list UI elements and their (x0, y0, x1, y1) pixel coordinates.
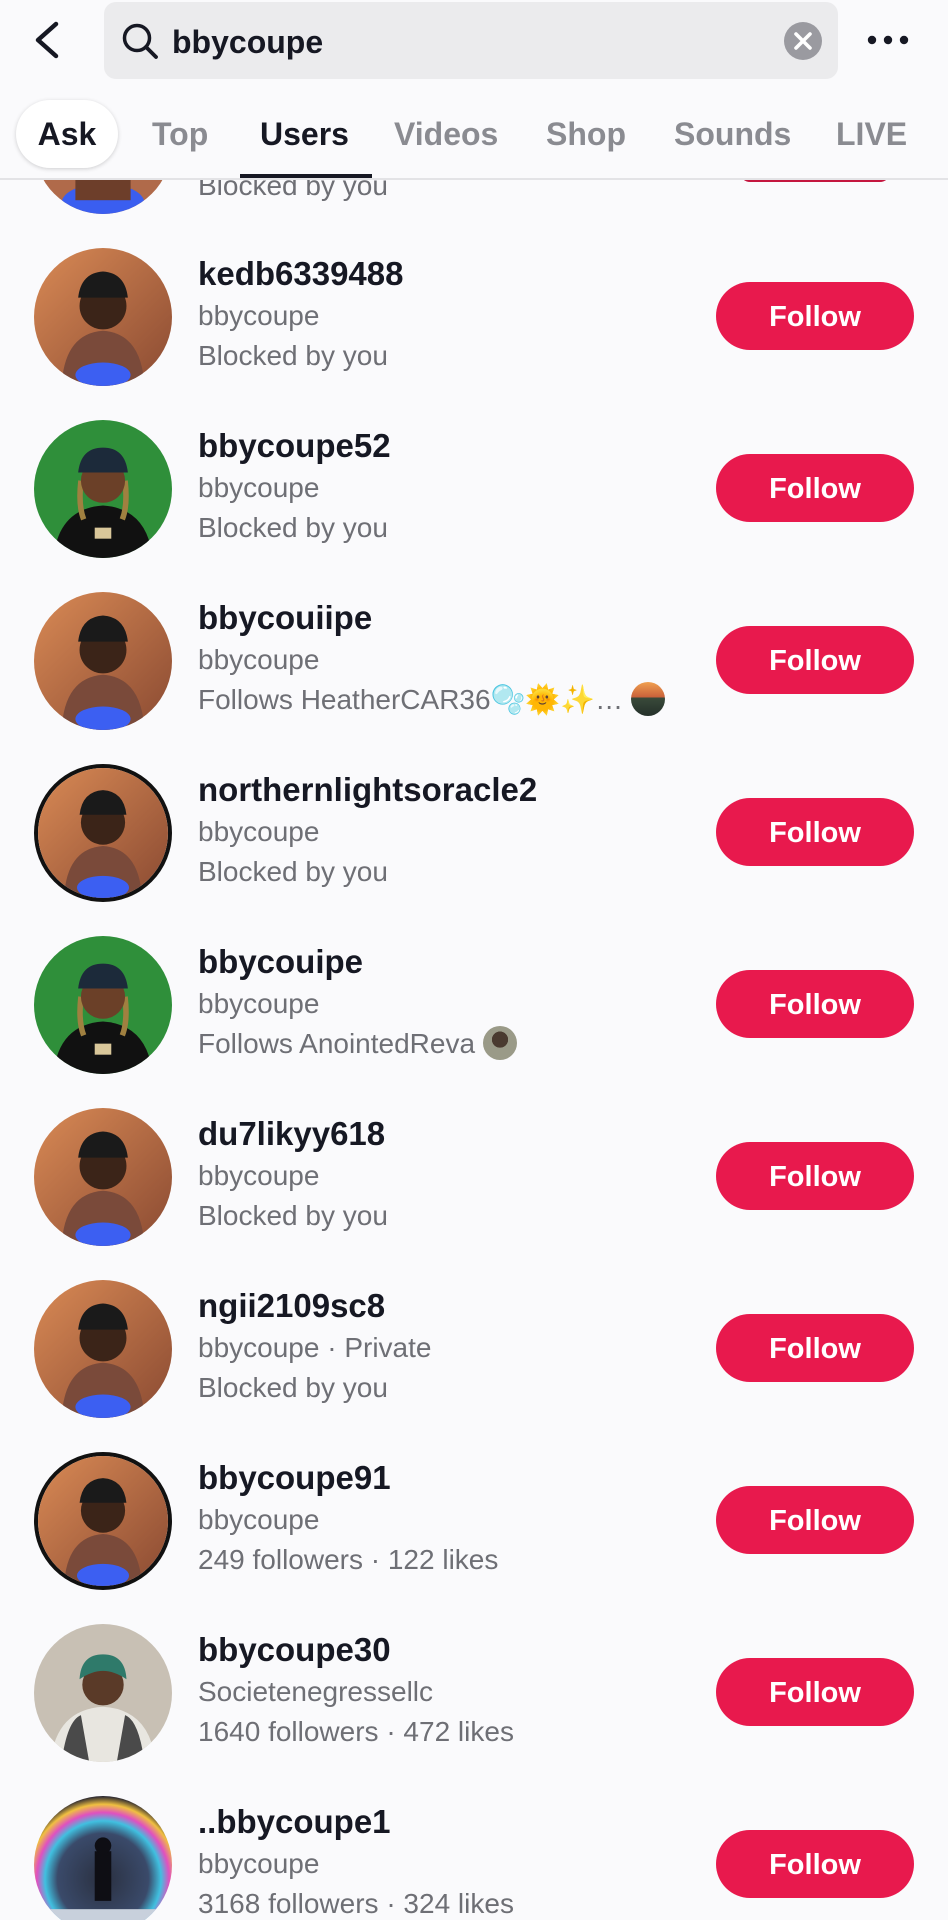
username[interactable]: bbycoupe52 (198, 426, 391, 466)
user-status: Blocked by you (198, 856, 388, 887)
user-nickname: bbycoupe (198, 300, 320, 331)
user-nickname: bbycoupe (198, 816, 320, 847)
username[interactable]: ..bbycoupe1 (198, 1802, 391, 1842)
mutual-follower-avatar (631, 681, 666, 716)
user-results-list[interactable]: Blocked by you kedb6339488 bbycoupe Bloc… (0, 0, 948, 1920)
follow-button[interactable]: Follow (716, 1830, 914, 1898)
user-result-row[interactable]: ngii2109sc8 bbycoupe · Private Blocked b… (0, 1280, 948, 1452)
user-status: Blocked by you (198, 340, 388, 371)
follows-text: Follows HeatherCAR36🫧🌞✨… (198, 684, 624, 715)
avatar-man-beanie[interactable] (34, 1280, 172, 1418)
username[interactable]: bbycoupe30 (198, 1630, 391, 1670)
user-nickname: bbycoupe (198, 1848, 320, 1879)
username[interactable]: bbycoupe91 (198, 1458, 391, 1498)
username[interactable]: ngii2109sc8 (198, 1286, 385, 1326)
user-follows-info: Follows AnointedReva (198, 1025, 518, 1063)
search-query-text[interactable]: bbycoupe (172, 22, 323, 62)
chevron-left-icon (35, 21, 59, 59)
follow-button[interactable]: Follow (716, 626, 914, 694)
avatar-man-beanie[interactable] (34, 592, 172, 730)
user-status: Blocked by you (198, 1372, 388, 1403)
avatar-man-locs[interactable] (34, 420, 172, 558)
avatar-woman-headwrap[interactable] (34, 1624, 172, 1762)
username[interactable]: du7likyy618 (198, 1114, 385, 1154)
user-status: Blocked by you (198, 512, 388, 543)
follows-text: Follows AnointedReva (198, 1028, 476, 1059)
username[interactable]: bbycouiipe (198, 598, 372, 638)
follow-button[interactable]: Follow (716, 1142, 914, 1210)
tab-top[interactable]: Top (152, 114, 208, 154)
more-options-button[interactable] (864, 26, 912, 54)
tab-live[interactable]: LIVE (836, 114, 907, 154)
user-result-row[interactable]: bbycoupe52 bbycoupe Blocked by you Follo… (0, 420, 948, 592)
user-result-row[interactable]: ..bbycoupe1 bbycoupe 3168 followers · 32… (0, 1796, 948, 1920)
tab-sounds[interactable]: Sounds (674, 114, 791, 154)
follow-button[interactable]: Follow (716, 1486, 914, 1554)
user-nickname: bbycoupe · Private (198, 1332, 432, 1363)
username[interactable]: kedb6339488 (198, 254, 404, 294)
user-result-row[interactable]: bbycouipe bbycoupe Follows AnointedReva … (0, 936, 948, 1108)
tab-shop[interactable]: Shop (546, 114, 626, 154)
user-stats: 3168 followers · 324 likes (198, 1888, 514, 1919)
tab-videos[interactable]: Videos (394, 114, 498, 154)
search-icon (122, 23, 158, 59)
search-input[interactable]: bbycoupe (104, 2, 838, 79)
avatar-man-beanie[interactable] (34, 1108, 172, 1246)
back-button[interactable] (28, 18, 68, 62)
more-dots-icon (867, 35, 909, 45)
avatar-man-beanie[interactable] (34, 764, 172, 902)
follow-button[interactable]: Follow (716, 970, 914, 1038)
user-nickname: bbycoupe (198, 988, 320, 1019)
user-result-row[interactable]: bbycoupe30 Societenegressellc 1640 follo… (0, 1624, 948, 1796)
close-icon (794, 32, 812, 50)
tab-ask[interactable]: Ask (16, 100, 118, 168)
user-nickname: Societenegressellc (198, 1676, 434, 1707)
active-tab-indicator (240, 174, 372, 178)
avatar-man-locs[interactable] (34, 936, 172, 1074)
user-result-row[interactable]: northernlightsoracle2 bbycoupe Blocked b… (0, 764, 948, 936)
user-nickname: bbycoupe (198, 1160, 320, 1191)
follow-button[interactable]: Follow (716, 1658, 914, 1726)
clear-search-button[interactable] (784, 22, 822, 60)
user-stats: 1640 followers · 472 likes (198, 1716, 514, 1747)
user-follows-info: Follows HeatherCAR36🫧🌞✨… (198, 681, 666, 719)
follow-button[interactable]: Follow (716, 1314, 914, 1382)
user-status: Blocked by you (198, 1200, 388, 1231)
follow-button[interactable]: Follow (716, 454, 914, 522)
follow-button[interactable]: Follow (716, 282, 914, 350)
avatar-rainbow-figure[interactable] (34, 1796, 172, 1920)
user-nickname: bbycoupe (198, 1504, 320, 1535)
search-header: bbycoupe (0, 0, 948, 80)
search-tabs: Ask Top Users Videos Shop Sounds LIVE (0, 80, 948, 180)
follow-button[interactable]: Follow (716, 798, 914, 866)
tab-users[interactable]: Users (260, 114, 349, 154)
user-nickname: bbycoupe (198, 472, 320, 503)
user-result-row[interactable]: bbycouiipe bbycoupe Follows HeatherCAR36… (0, 592, 948, 764)
user-result-row[interactable]: bbycoupe91 bbycoupe 249 followers · 122 … (0, 1452, 948, 1624)
avatar-man-beanie[interactable] (34, 1452, 172, 1590)
username[interactable]: bbycouipe (198, 942, 363, 982)
mutual-follower-avatar (483, 1025, 518, 1060)
username[interactable]: northernlightsoracle2 (198, 770, 537, 810)
avatar-man-beanie[interactable] (34, 248, 172, 386)
user-result-row[interactable]: du7likyy618 bbycoupe Blocked by you Foll… (0, 1108, 948, 1280)
user-result-row[interactable]: kedb6339488 bbycoupe Blocked by you Foll… (0, 248, 948, 420)
user-stats: 249 followers · 122 likes (198, 1544, 499, 1575)
user-nickname: bbycoupe (198, 644, 320, 675)
